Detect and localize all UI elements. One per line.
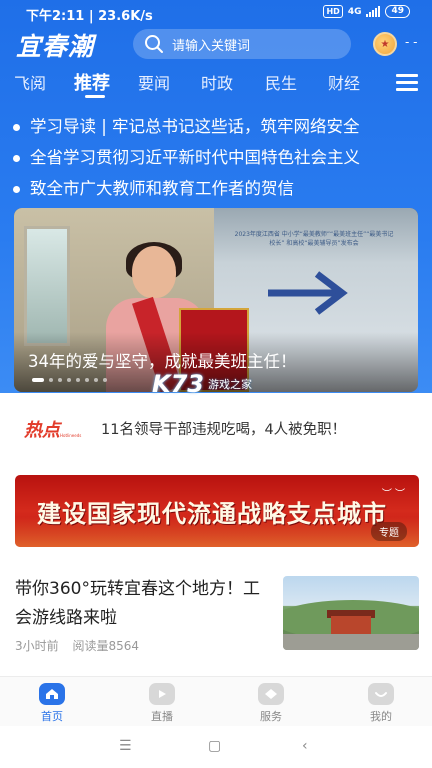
carousel-dot[interactable] [32,378,44,382]
board-text: 2023年度江西省 中小学“最美教师”“最美班主任”“最美书记校长” 和高校“最… [234,231,394,247]
profile-icon [368,683,394,705]
recent-apps-icon[interactable]: ☰ [119,738,132,754]
article-reads: 阅读量8564 [72,639,140,653]
tab-livelihood[interactable]: 民生 [265,70,297,94]
app-logo: 宜春潮 [16,32,95,61]
nav-live[interactable]: 直播 [132,683,192,724]
tab-politics[interactable]: 时政 [201,70,233,94]
nav-label: 直播 [151,710,173,723]
hot-logo: 热点 [24,420,60,441]
article-card[interactable]: 带你360°玩转宜春这个地方！工会游线路来啦 3小时前 阅读量8564 [0,565,432,660]
back-icon[interactable]: ‹ [302,738,308,754]
topic-banner[interactable]: ︶ ︶ 建设国家现代流通战略支点城市 专题 [15,475,419,547]
top-row: 宜春潮 请输入关键词 ★ - - [0,27,432,61]
network-label: 4G [347,6,362,17]
carousel-dot[interactable] [58,378,62,382]
hd-badge: HD [323,5,343,18]
live-icon [149,683,175,705]
watermark-mark: K73 [152,370,204,398]
tab-news[interactable]: 要闻 [138,70,170,94]
nav-label: 首页 [41,710,63,723]
headline-list: 学习导读 | 牢记总书记这些话，筑牢网络安全 全省学习贯彻习近平新时代中国特色社… [0,113,432,206]
article-time: 3小时前 [15,639,59,653]
article-meta: 3小时前 阅读量8564 [15,637,149,654]
hot-logo-sub: Hotlineeds [60,433,82,438]
carousel-dot[interactable] [76,378,80,382]
headline-item[interactable]: 致全市广大教师和教育工作者的贺信 [0,175,432,206]
banner-title: 建设国家现代流通战略支点城市 [37,500,387,528]
featured-carousel[interactable]: 2023年度江西省 中小学“最美教师”“最美班主任”“最美书记校长” 和高校“最… [14,208,418,392]
nav-label: 我的 [370,710,392,723]
avatar[interactable]: ★ [373,32,397,56]
hot-news-row[interactable]: 热点 Hotlineeds 11名领导干部违规吃喝，4人被免职！ [0,408,432,448]
menu-icon[interactable] [396,74,418,92]
carousel-dot[interactable] [103,378,107,382]
status-indicators: HD 4G 49 [323,5,410,18]
battery-icon: 49 [385,5,410,18]
status-bar: 下午2:11 | 23.6K/s HD 4G 49 [0,0,432,26]
nav-label: 服务 [260,710,282,723]
watermark: K73 游戏之家 [152,370,252,398]
carousel-photo-window [24,226,70,346]
carousel-caption: 34年的爱与坚守，成就最美班主任！ [28,352,297,371]
tab-recommend[interactable]: 推荐 [74,69,110,95]
watermark-text: 游戏之家 [208,378,252,391]
user-name: - - [405,35,418,49]
service-icon [258,683,284,705]
headline-item[interactable]: 全省学习贯彻习近平新时代中国特色社会主义 [0,144,432,175]
article-thumbnail[interactable] [283,576,419,650]
bottom-nav: 首页 直播 服务 我的 [0,676,432,726]
nav-service[interactable]: 服务 [241,683,301,724]
headline-item[interactable]: 学习导读 | 牢记总书记这些话，筑牢网络安全 [0,113,432,144]
arrow-right-icon [268,271,348,315]
status-time: 下午2:11 | 23.6K/s [26,9,153,24]
search-placeholder: 请输入关键词 [172,38,251,54]
nav-profile[interactable]: 我的 [351,683,411,724]
carousel-dot[interactable] [67,378,71,382]
active-tab-indicator [85,95,105,98]
system-nav-bar: ☰ ▢ ‹ [0,726,432,768]
home-square-icon[interactable]: ▢ [208,738,221,754]
home-icon [39,683,65,705]
article-title[interactable]: 带你360°玩转宜春这个地方！工会游线路来啦 [15,575,270,633]
category-tabs: 飞阅 推荐 要闻 时政 民生 财经 [0,64,432,100]
tab-finance[interactable]: 财经 [328,70,360,94]
banner-tag: 专题 [371,522,407,541]
hot-news-text[interactable]: 11名领导干部违规吃喝，4人被免职！ [101,418,346,439]
search-input[interactable]: 请输入关键词 [133,29,351,59]
avatar-star-icon: ★ [380,38,390,50]
carousel-dots [32,378,107,382]
signal-icon [366,6,381,17]
tab-feiyue[interactable]: 飞阅 [14,70,46,94]
carousel-dot[interactable] [85,378,89,382]
carousel-dot[interactable] [94,378,98,382]
carousel-dot[interactable] [49,378,53,382]
search-icon [145,35,163,53]
nav-home[interactable]: 首页 [22,683,82,724]
